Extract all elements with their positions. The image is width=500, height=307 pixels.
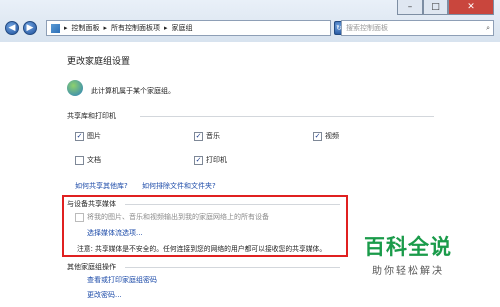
checkbox-icon: ✓ <box>194 131 203 141</box>
back-button[interactable]: ◀ <box>5 21 19 35</box>
control-panel-icon <box>51 23 60 33</box>
checkbox-icon: ✓ <box>313 131 322 141</box>
checkbox-printers[interactable]: ✓ 打印机 <box>194 155 227 165</box>
checkbox-documents[interactable]: 文档 <box>75 155 101 165</box>
media-stream-checkbox[interactable]: 将我的图片、音乐和视频输出到我的家庭网络上的所有设备 <box>75 212 269 222</box>
watermark-subtitle: 助你轻松解决 <box>372 266 444 277</box>
view-print-password-link[interactable]: 查看或打印家庭组密码 <box>87 275 157 285</box>
search-icon: ⌕ <box>486 24 490 32</box>
checkbox-music[interactable]: ✓ 音乐 <box>194 131 220 141</box>
breadcrumb-current[interactable]: 家庭组 <box>172 23 193 33</box>
search-input[interactable]: 搜索控制面板 ⌕ <box>341 20 494 36</box>
watermark-title: 百科全说 <box>364 235 452 259</box>
checkbox-icon <box>75 212 84 222</box>
forward-button[interactable]: ▶ <box>23 21 37 35</box>
exclude-files-link[interactable]: 如何排除文件和文件夹? <box>142 181 216 191</box>
checkbox-icon <box>75 155 84 165</box>
maximize-button[interactable]: □ <box>423 0 448 15</box>
section-other-header: 其他家庭组操作 <box>67 263 116 271</box>
arrow-left-icon: ◀ <box>8 23 16 33</box>
section-libraries-header: 共享库和打印机 <box>67 112 116 120</box>
homegroup-status: 此计算机属于某个家庭组。 <box>91 87 175 95</box>
page-title: 更改家庭组设置 <box>67 57 131 67</box>
homegroup-icon <box>67 80 83 96</box>
section-media-header: 与设备共享媒体 <box>67 200 116 208</box>
media-security-note: 注意: 共享媒体是不安全的。任何连接到您的网络的用户都可以接收您的共享媒体。 <box>77 245 327 253</box>
media-streaming-options-link[interactable]: 选择媒体流选项... <box>87 228 143 238</box>
share-other-libraries-link[interactable]: 如何共享其他库? <box>75 181 128 191</box>
checkbox-pictures[interactable]: ✓ 图片 <box>75 131 101 141</box>
change-password-link[interactable]: 更改密码... <box>87 290 122 300</box>
breadcrumb-all[interactable]: 所有控制面板项 <box>111 23 160 33</box>
arrow-right-icon: ▶ <box>26 23 34 33</box>
close-button[interactable]: ✕ <box>448 0 494 15</box>
breadcrumb-home[interactable]: 控制面板 <box>72 23 100 33</box>
checkbox-videos[interactable]: ✓ 视频 <box>313 131 339 141</box>
minimize-button[interactable]: – <box>397 0 423 15</box>
checkbox-icon: ✓ <box>194 155 203 165</box>
address-bar[interactable]: ▸ 控制面板 ▸ 所有控制面板项 ▸ 家庭组 <box>46 20 331 36</box>
checkbox-icon: ✓ <box>75 131 84 141</box>
